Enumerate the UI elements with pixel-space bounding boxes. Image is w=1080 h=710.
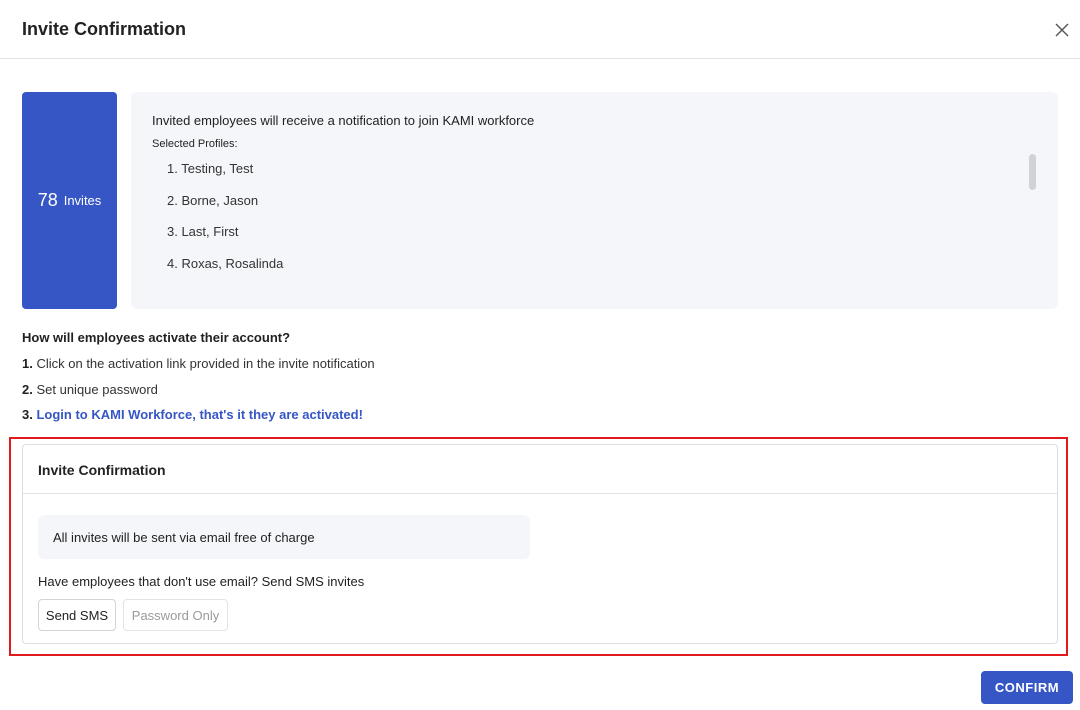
profiles-scrollbar[interactable] <box>1029 154 1036 190</box>
selected-profiles-panel: Invited employees will receive a notific… <box>131 92 1058 309</box>
activation-step: 2. Set unique password <box>22 382 158 397</box>
profile-item: 4. Roxas, Rosalinda <box>167 256 284 271</box>
step-number: 1. <box>22 356 33 371</box>
profile-item: 2. Borne, Jason <box>167 193 259 208</box>
sms-question: Have employees that don't use email? Sen… <box>38 574 365 589</box>
close-button[interactable] <box>1052 20 1072 40</box>
profile-item: 1. Testing, Test <box>167 161 254 176</box>
invite-count-label: Invites <box>63 193 102 208</box>
invite-confirmation-card: Invite Confirmation All invites will be … <box>22 444 1058 644</box>
activation-step: 3. Login to KAMI Workforce, that's it th… <box>22 407 363 422</box>
password-only-button[interactable]: Password Only <box>123 599 228 631</box>
modal-title: Invite Confirmation <box>22 19 187 39</box>
activation-step: 1. Click on the activation link provided… <box>22 356 375 371</box>
send-sms-button[interactable]: Send SMS <box>38 599 116 631</box>
card-divider <box>23 493 1057 494</box>
step-text: Click on the activation link provided in… <box>36 356 375 371</box>
selected-profiles-label: Selected Profiles: <box>152 138 238 150</box>
step-number: 3. <box>22 407 33 422</box>
modal-header: Invite Confirmation <box>0 0 1080 59</box>
profile-item: 3. Last, First <box>167 224 239 239</box>
step-text: Set unique password <box>36 382 158 397</box>
profiles-intro: Invited employees will receive a notific… <box>152 113 535 128</box>
invite-count: 78 <box>37 190 58 210</box>
login-link[interactable]: Login to KAMI Workforce, that's it they … <box>36 407 362 422</box>
email-note: All invites will be sent via email free … <box>38 515 530 559</box>
invite-count-badge: 78 Invites <box>22 92 117 309</box>
card-title: Invite Confirmation <box>38 462 166 478</box>
confirm-button[interactable]: CONFIRM <box>981 671 1073 704</box>
close-icon <box>1055 23 1069 37</box>
step-number: 2. <box>22 382 33 397</box>
activation-title: How will employees activate their accoun… <box>22 330 291 345</box>
